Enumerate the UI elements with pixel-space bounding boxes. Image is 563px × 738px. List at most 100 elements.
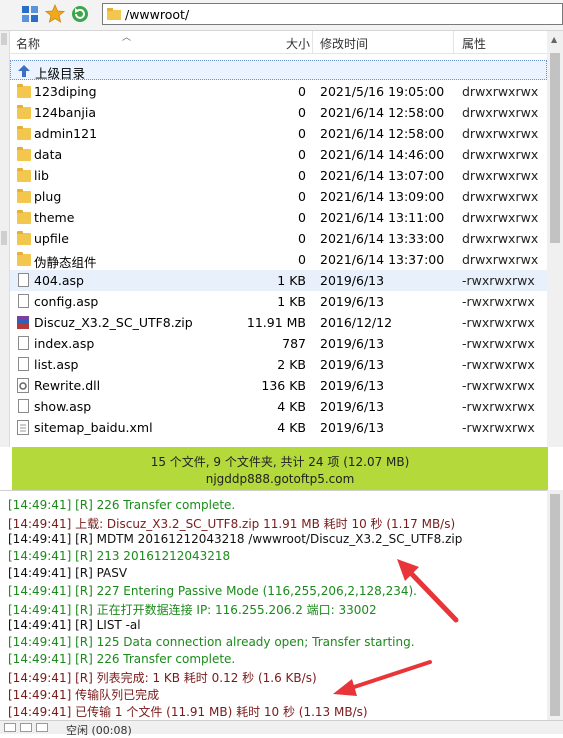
folder-icon xyxy=(17,84,31,98)
file-modified: 2021/6/14 12:58:00 xyxy=(320,126,445,141)
file-row[interactable]: 123diping 0 2021/5/16 19:05:00 drwxrwxrwx xyxy=(10,81,547,102)
log-scrollbar[interactable] xyxy=(547,490,563,720)
file-modified: 2019/6/13 xyxy=(320,378,385,393)
file-icon xyxy=(18,357,29,371)
file-name: show.asp xyxy=(34,399,92,414)
file-row[interactable]: config.asp 1 KB 2019/6/13 -rwxrwxrwx xyxy=(10,291,547,312)
file-size: 787 xyxy=(282,336,306,351)
file-row[interactable]: lib 0 2021/6/14 13:07:00 drwxrwxrwx xyxy=(10,165,547,186)
log-panel: [14:49:41] [R] 226 Transfer complete. [14… xyxy=(0,490,547,721)
file-attributes: -rwxrwxrwx xyxy=(462,315,535,330)
folder-icon xyxy=(17,210,31,224)
file-attributes: -rwxrwxrwx xyxy=(462,273,535,288)
file-name: 124banjia xyxy=(34,105,96,120)
scrollbar-thumb[interactable] xyxy=(550,53,560,243)
file-row[interactable]: index.asp 787 2019/6/13 -rwxrwxrwx xyxy=(10,333,547,354)
file-name: theme xyxy=(34,210,75,225)
file-size: 11.91 MB xyxy=(246,315,306,330)
path-input[interactable]: /wwwroot/ xyxy=(102,3,563,25)
scroll-up-icon[interactable]: ▲ xyxy=(551,35,557,44)
dll-file-icon xyxy=(16,378,30,393)
file-name: 404.asp xyxy=(34,273,84,288)
file-row[interactable]: theme 0 2021/6/14 13:11:00 drwxrwxrwx xyxy=(10,207,547,228)
bottom-status-bar: 空闲 (00:08) xyxy=(0,720,563,737)
column-attributes[interactable]: 属性 xyxy=(462,35,486,52)
file-name: list.asp xyxy=(34,357,79,372)
file-size: 0 xyxy=(298,147,306,162)
status-host: njgddp888.gotoftp5.com xyxy=(205,472,355,486)
log-line: [14:49:41] [R] PASV xyxy=(8,566,128,581)
file-row[interactable]: sitemap_baidu.xml 4 KB 2019/6/13 -rwxrwxrwx xyxy=(10,417,547,438)
sites-icon[interactable] xyxy=(20,4,40,24)
file-row[interactable]: 伪静态组件 0 2021/6/14 13:37:00 drwxrwxrwx xyxy=(10,249,547,270)
folder-icon xyxy=(17,231,31,245)
up-arrow-icon xyxy=(17,64,31,79)
file-row[interactable]: list.asp 2 KB 2019/6/13 -rwxrwxrwx xyxy=(10,354,547,375)
file-row[interactable]: 124banjia 0 2021/6/14 12:58:00 drwxrwxrwx xyxy=(10,102,547,123)
file-modified: 2021/6/14 13:07:00 xyxy=(320,168,445,183)
file-row[interactable]: 404.asp 1 KB 2019/6/13 -rwxrwxrwx xyxy=(10,270,547,291)
file-attributes: drwxrwxrwx xyxy=(462,252,539,267)
file-modified: 2016/12/12 xyxy=(320,315,393,330)
parent-directory-row[interactable]: 上级目录 xyxy=(10,60,547,81)
log-line: [14:49:41] [R] 226 Transfer complete. xyxy=(8,498,236,512)
file-modified: 2021/6/14 14:46:00 xyxy=(320,147,445,162)
file-modified: 2019/6/13 xyxy=(320,357,385,372)
file-modified: 2021/6/14 13:11:00 xyxy=(320,210,445,225)
file-name: Rewrite.dll xyxy=(34,378,101,393)
idle-status: 空闲 (00:08) xyxy=(66,724,132,737)
sort-ascending-icon: ︿ xyxy=(122,33,132,43)
refresh-icon[interactable] xyxy=(70,4,90,24)
file-size: 136 KB xyxy=(261,378,306,393)
file-attributes: -rwxrwxrwx xyxy=(462,378,535,393)
file-modified: 2021/6/14 13:33:00 xyxy=(320,231,445,246)
file-size: 0 xyxy=(298,252,306,267)
column-modified[interactable]: 修改时间 xyxy=(320,35,368,52)
folder-icon xyxy=(17,147,31,161)
file-row[interactable]: plug 0 2021/6/14 13:09:00 drwxrwxrwx xyxy=(10,186,547,207)
log-line: [14:49:41] [R] 226 Transfer complete. xyxy=(8,651,236,666)
column-size[interactable]: 大小 xyxy=(286,35,310,52)
column-name[interactable]: 名称 xyxy=(16,35,40,52)
favorites-star-icon[interactable] xyxy=(44,3,66,24)
file-row[interactable]: Discuz_X3.2_SC_UTF8.zip 11.91 MB 2016/12/1… xyxy=(10,312,547,333)
file-size: 1 KB xyxy=(277,294,306,309)
folder-icon xyxy=(107,7,121,24)
file-row[interactable]: show.asp 4 KB 2019/6/13 -rwxrwxrwx xyxy=(10,396,547,417)
file-icon xyxy=(18,399,29,413)
file-row[interactable]: admin121 0 2021/6/14 12:58:00 drwxrwxrwx xyxy=(10,123,547,144)
file-modified: 2021/6/14 13:37:00 xyxy=(320,252,445,267)
log-line: [14:49:41] 已传输 1 个文件 (11.91 MB) 耗时 10 秒 … xyxy=(8,705,368,720)
transfer-icon xyxy=(36,723,48,732)
file-icon xyxy=(18,336,29,350)
file-modified: 2019/6/13 xyxy=(320,399,385,414)
file-list-scrollbar[interactable]: ▲ xyxy=(547,31,563,447)
log-line: [14:49:41] [R] 227 Entering Passive Mode… xyxy=(8,583,417,598)
file-list-pane: 名称 ︿ 大小 修改时间 属性 上级目录 123diping 0 2021/5/16… xyxy=(0,31,563,447)
file-row[interactable]: Rewrite.dll 136 KB 2019/6/13 -rwxrwxrwx xyxy=(10,375,547,396)
file-name: 123diping xyxy=(34,84,97,99)
log-icon xyxy=(20,723,32,732)
log-line: [14:49:41] [R] LIST -al xyxy=(8,617,141,632)
file-size: 4 KB xyxy=(277,399,306,414)
file-attributes: -rwxrwxrwx xyxy=(462,420,535,435)
file-size: 4 KB xyxy=(277,420,306,435)
file-name: index.asp xyxy=(34,336,95,351)
file-modified: 2019/6/13 xyxy=(320,273,385,288)
file-row[interactable]: upfile 0 2021/6/14 13:33:00 drwxrwxrwx xyxy=(10,228,547,249)
file-name: sitemap_baidu.xml xyxy=(34,420,153,435)
file-attributes: drwxrwxrwx xyxy=(462,84,539,99)
file-name: plug xyxy=(34,189,62,204)
log-scrollbar-thumb[interactable] xyxy=(550,494,560,716)
file-name: 伪静态组件 xyxy=(34,255,97,270)
file-attributes: drwxrwxrwx xyxy=(462,189,539,204)
file-modified: 2021/6/14 13:09:00 xyxy=(320,189,445,204)
folder-icon xyxy=(17,126,31,140)
file-name: Discuz_X3.2_SC_UTF8.zip xyxy=(34,315,193,330)
file-name: upfile xyxy=(34,231,69,246)
log-line: [14:49:41] [R] 正在打开数据连接 IP: 116.255.206.… xyxy=(8,602,377,617)
file-size: 0 xyxy=(298,189,306,204)
folder-icon xyxy=(17,189,31,203)
file-row[interactable]: data 0 2021/6/14 14:46:00 drwxrwxrwx xyxy=(10,144,547,165)
toolbar: /wwwroot/ xyxy=(0,0,563,31)
